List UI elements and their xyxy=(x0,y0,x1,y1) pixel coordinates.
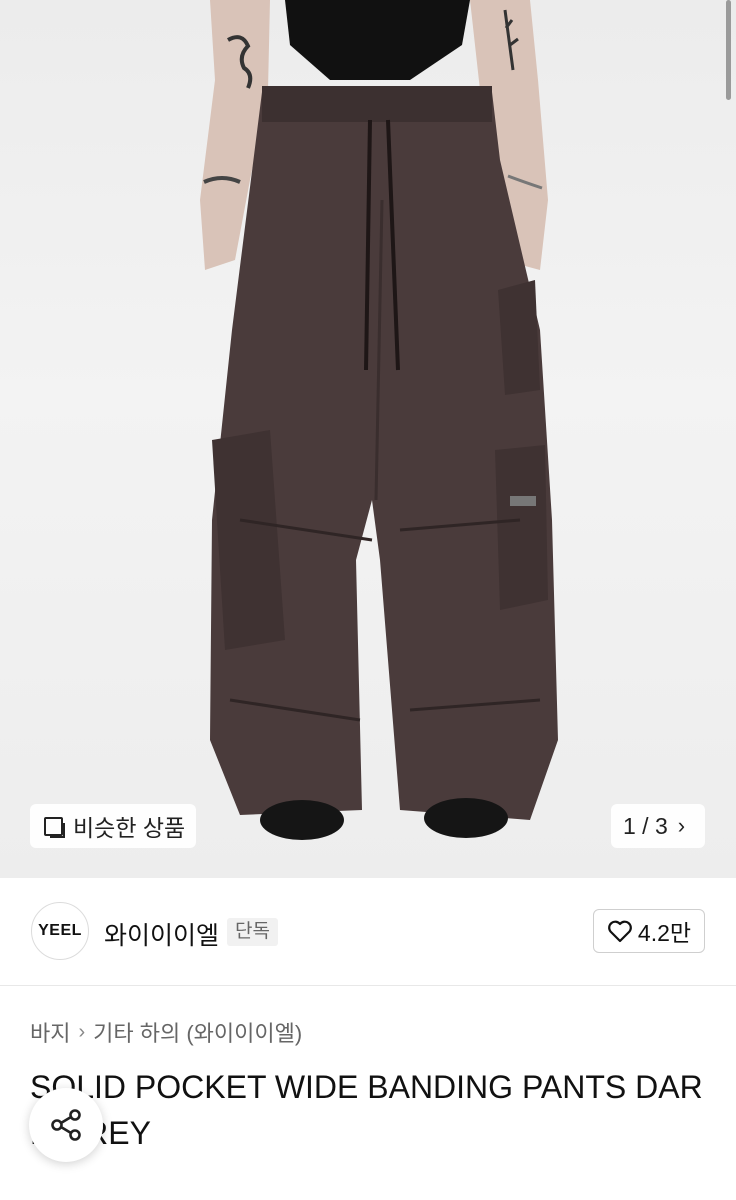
similar-items-label: 비슷한 상품 xyxy=(73,815,186,841)
like-button[interactable]: 4.2만 xyxy=(593,909,705,953)
store-row: YEEL 와이이이엘 단독 4.2만 xyxy=(0,878,736,986)
share-icon xyxy=(51,1109,81,1141)
scrollbar[interactable] xyxy=(726,0,731,100)
product-title-line1: SOLID POCKET WIDE BANDING PANTS DAR xyxy=(30,1069,703,1105)
store-name[interactable]: 와이이이엘 xyxy=(104,916,219,952)
similar-items-button[interactable]: 비슷한 상품 xyxy=(30,804,196,848)
breadcrumb: 바지 › 기타 하의 (와이이이엘) xyxy=(30,1016,302,1048)
breadcrumb-category[interactable]: 바지 xyxy=(30,1016,70,1048)
breadcrumb-subcategory[interactable]: 기타 하의 (와이이이엘) xyxy=(93,1016,302,1048)
chevron-right-icon: › xyxy=(78,1020,86,1043)
product-title: SOLID POCKET WIDE BANDING PANTS DAR K GR… xyxy=(30,1064,720,1156)
image-counter-button[interactable]: 1 / 3 › xyxy=(611,804,705,848)
heart-icon xyxy=(608,920,632,943)
image-counter: 1 / 3 xyxy=(623,812,668,839)
like-count: 4.2만 xyxy=(637,920,692,946)
store-logo[interactable]: YEEL xyxy=(31,902,89,960)
exclusive-badge: 단독 xyxy=(227,918,278,946)
share-button[interactable] xyxy=(29,1088,103,1162)
product-title-line2: K GREY xyxy=(30,1115,151,1151)
similar-items-icon xyxy=(44,816,65,838)
chevron-right-icon: › xyxy=(677,813,686,838)
product-photo xyxy=(200,0,558,840)
product-image-gallery[interactable]: 비슷한 상품 1 / 3 › xyxy=(0,0,736,878)
